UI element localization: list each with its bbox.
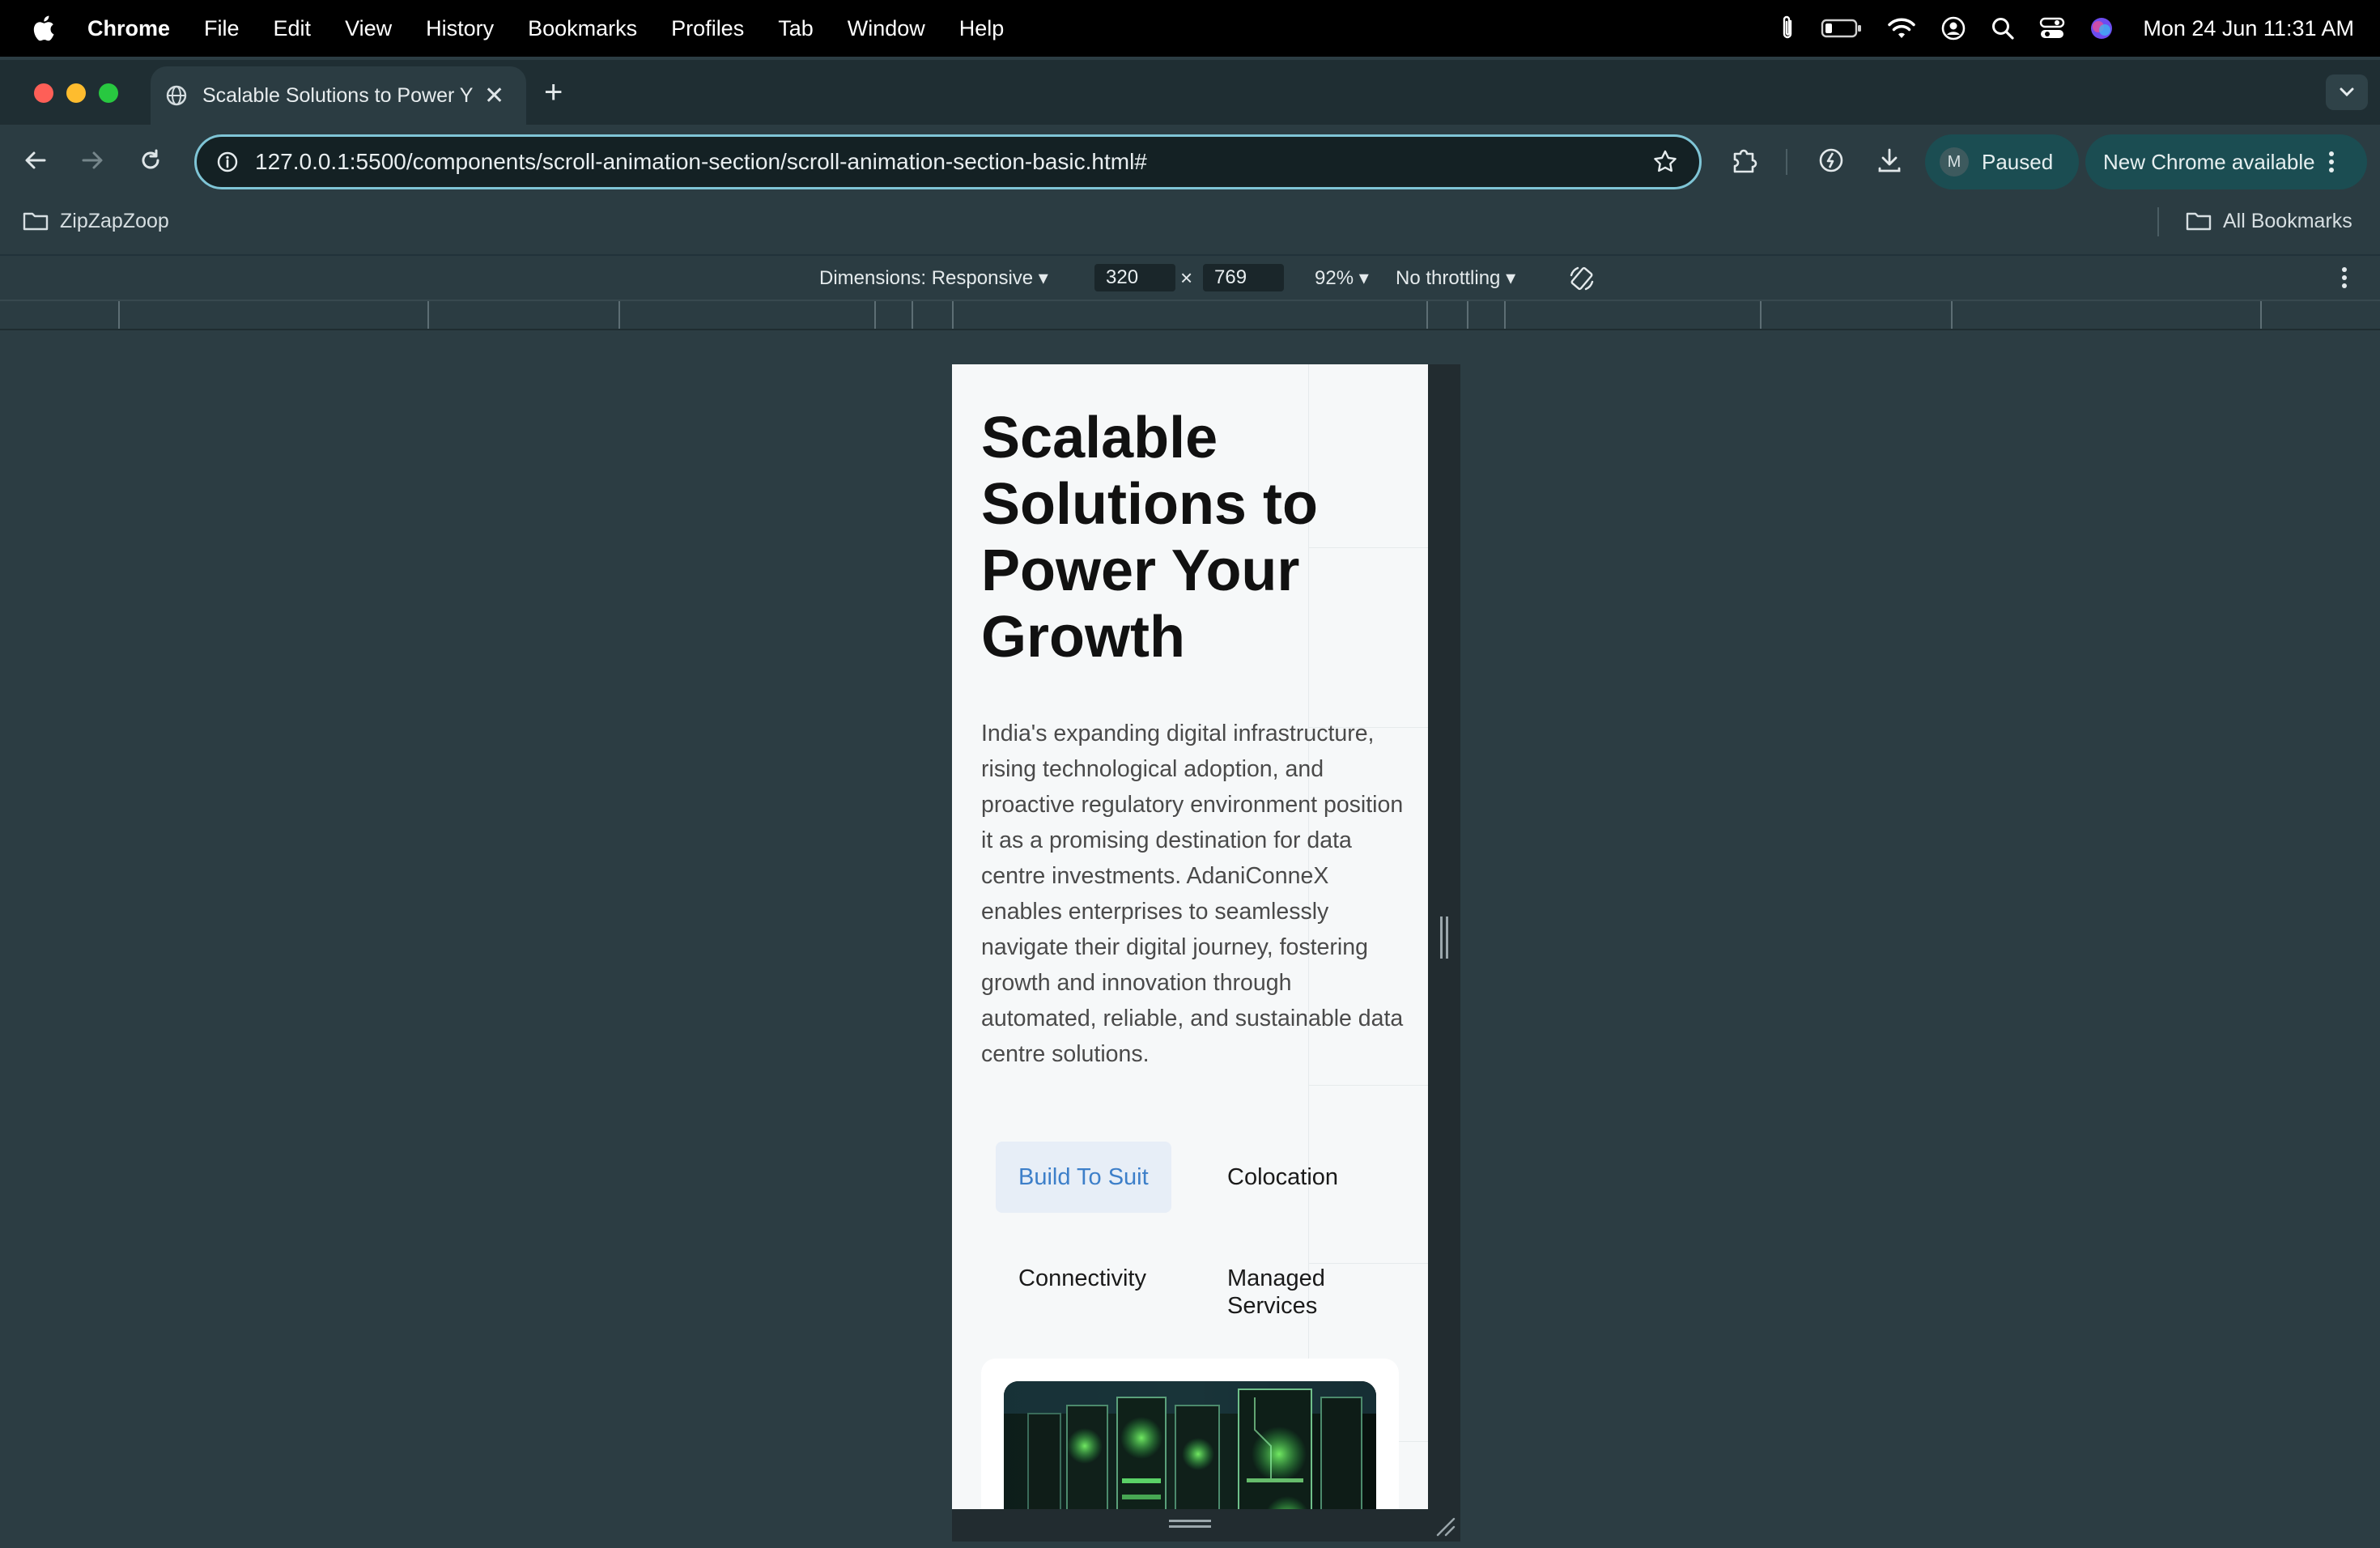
browser-tab-active[interactable]: Scalable Solutions to Power Y ✕ <box>151 66 526 125</box>
profile-avatar: M <box>1940 147 1969 176</box>
viewport-height-input[interactable]: 769 <box>1203 264 1284 291</box>
zoom-value: 92% <box>1315 267 1354 289</box>
menu-tab[interactable]: Tab <box>778 16 814 41</box>
address-bar[interactable]: 127.0.0.1:5500/components/scroll-animati… <box>194 134 1702 189</box>
tab-close-icon[interactable]: ✕ <box>484 82 504 110</box>
profile-status: Paused <box>1982 149 2054 174</box>
globe-icon <box>166 85 187 106</box>
ruler-tick <box>118 301 120 329</box>
dimensions-label: Dimensions: Responsive <box>819 267 1034 289</box>
menu-bookmarks[interactable]: Bookmarks <box>528 16 637 41</box>
bookmark-folder-zipzapzoop[interactable]: ZipZapZoop <box>23 207 169 235</box>
chrome-update-button[interactable]: New Chrome available <box>2085 134 2367 189</box>
dimension-separator: × <box>1180 266 1193 290</box>
page-intro-paragraph: India's expanding digital infrastructure… <box>981 721 1404 1067</box>
menu-help[interactable]: Help <box>959 16 1005 41</box>
throttling-dropdown[interactable]: No throttling ▾ <box>1396 266 1515 290</box>
zoom-dropdown[interactable]: 92% ▾ <box>1315 266 1369 290</box>
ruler-tick <box>1504 301 1506 329</box>
ruler-tick <box>618 301 620 329</box>
data-centre-server-image <box>1004 1381 1376 1509</box>
reload-icon <box>142 149 159 169</box>
download-icon[interactable] <box>1875 146 1904 175</box>
menu-bar-clock[interactable]: Mon 24 Jun 11:31 AM <box>2143 16 2354 41</box>
control-center-icon[interactable] <box>2039 17 2065 40</box>
spotlight-search-icon[interactable] <box>1991 16 2015 40</box>
service-card <box>981 1359 1399 1509</box>
reload-button[interactable] <box>133 142 168 178</box>
paperclip-icon[interactable] <box>1779 15 1796 42</box>
profile-button[interactable]: M Paused <box>1925 134 2079 189</box>
arrow-left-icon <box>25 151 46 169</box>
tab-colocation[interactable]: Colocation <box>1227 1163 1338 1191</box>
layout-guide-line <box>1308 1085 1428 1086</box>
menu-view[interactable]: View <box>345 16 392 41</box>
resize-grip-icon[interactable] <box>1169 1520 1211 1528</box>
window-close-button[interactable] <box>34 83 53 103</box>
emulated-page-viewport: Scalable Solutions to Power Your Growth … <box>952 364 1428 1509</box>
menu-profiles[interactable]: Profiles <box>671 16 744 41</box>
throttling-value: No throttling <box>1396 267 1501 289</box>
ruler-tick <box>912 301 913 329</box>
more-vertical-icon <box>2328 151 2334 172</box>
media-query-ruler <box>0 300 2380 330</box>
device-toolbar-more-icon[interactable] <box>2341 266 2348 290</box>
chevron-down-icon <box>2340 87 2354 97</box>
ruler-tick <box>1426 301 1428 329</box>
tab-connectivity[interactable]: Connectivity <box>1018 1265 1146 1292</box>
menu-window[interactable]: Window <box>848 16 925 41</box>
ruler-tick <box>1467 301 1468 329</box>
menu-bar-status-area: Mon 24 Jun 11:31 AM <box>1779 0 2354 57</box>
battery-icon[interactable] <box>1821 18 1863 39</box>
address-bar-url[interactable]: 127.0.0.1:5500/components/scroll-animati… <box>255 149 1652 175</box>
server-racks-illustration <box>1004 1381 1376 1509</box>
new-tab-button[interactable]: + <box>544 74 563 110</box>
rotate-device-icon[interactable] <box>1567 264 1596 293</box>
extensions-puzzle-icon[interactable] <box>1730 146 1759 175</box>
ruler-tick <box>427 301 429 329</box>
tab-managed-services[interactable]: Managed Services <box>1227 1265 1357 1320</box>
arrow-right-icon <box>82 151 103 169</box>
user-account-icon[interactable] <box>1940 15 1966 41</box>
menu-history[interactable]: History <box>426 16 494 41</box>
menu-chrome[interactable]: Chrome <box>87 16 170 41</box>
all-bookmarks-label: All Bookmarks <box>2223 209 2352 232</box>
corner-resize-icon[interactable] <box>1434 1516 1456 1537</box>
back-button[interactable] <box>18 142 53 178</box>
siri-icon[interactable] <box>2089 16 2114 40</box>
dimensions-dropdown[interactable]: Dimensions: Responsive ▾ <box>819 266 1048 290</box>
device-toolbar: Dimensions: Responsive ▾ 320 × 769 92% ▾… <box>0 254 2380 300</box>
window-zoom-button[interactable] <box>99 83 118 103</box>
tab-title: Scalable Solutions to Power Y <box>202 83 474 107</box>
update-label: New Chrome available <box>2103 149 2315 174</box>
resize-grip-icon[interactable] <box>1440 916 1448 959</box>
tab-build-to-suit[interactable]: Build To Suit <box>996 1142 1171 1213</box>
bookmarks-divider <box>2157 207 2159 236</box>
ruler-tick <box>1951 301 1953 329</box>
menu-file[interactable]: File <box>204 16 240 41</box>
menu-edit[interactable]: Edit <box>274 16 312 41</box>
layout-guide-line <box>1308 1263 1428 1264</box>
tab-search-button[interactable] <box>2326 74 2368 110</box>
bookmarks-bar <box>0 199 2380 254</box>
forward-button[interactable] <box>74 142 110 178</box>
viewport-width-input[interactable]: 320 <box>1094 264 1175 291</box>
folder-icon <box>2186 212 2212 231</box>
bookmark-folder-label: ZipZapZoop <box>60 209 169 232</box>
all-bookmarks-button[interactable]: All Bookmarks <box>2186 207 2352 235</box>
ruler-tick <box>874 301 876 329</box>
macos-menu-bar: Chrome File Edit View History Bookmarks … <box>0 0 2380 57</box>
site-info-icon[interactable] <box>216 151 239 173</box>
performance-gauge-icon[interactable] <box>1817 146 1846 175</box>
bookmark-star-icon[interactable] <box>1652 149 1678 175</box>
ruler-tick <box>1760 301 1762 329</box>
toolbar-divider <box>1786 149 1787 175</box>
ruler-tick <box>952 301 954 329</box>
wifi-icon[interactable] <box>1887 17 1916 40</box>
apple-logo-icon[interactable] <box>31 15 55 42</box>
folder-icon <box>23 212 49 231</box>
page-headline: Scalable Solutions to Power Your Growth <box>981 406 1318 670</box>
window-minimize-button[interactable] <box>66 83 86 103</box>
ruler-tick <box>2260 301 2262 329</box>
